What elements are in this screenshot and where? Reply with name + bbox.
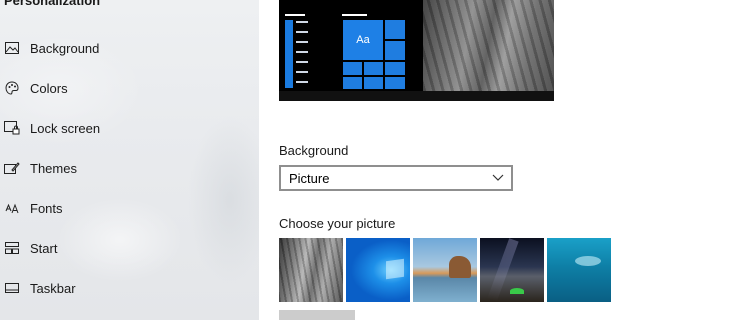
preview-tile [385,62,405,75]
desktop-preview: Aa [279,0,554,101]
windows-blue-thumbnail[interactable] [346,238,410,302]
preview-app-line [296,51,308,53]
choose-picture-label: Choose your picture [279,216,396,231]
preview-tile [385,77,405,89]
sidebar-item-label: Taskbar [30,280,76,296]
preview-start-line [342,14,367,16]
night-sky-tent-thumbnail[interactable] [480,238,544,302]
background-label: Background [279,143,349,158]
start-icon [4,240,20,256]
sidebar-item-colors[interactable]: Colors [0,68,259,108]
preview-app-line [296,41,308,43]
preview-tile-large: Aa [343,20,383,60]
browse-button[interactable] [279,310,355,320]
sidebar-item-label: Start [30,240,58,256]
preview-start-line [285,14,305,16]
preview-app-line [296,21,308,23]
preview-taskbar [279,91,554,101]
background-select[interactable]: Picture [279,165,513,191]
sidebar-item-label: Fonts [30,200,63,216]
preview-tile [343,62,362,75]
sidebar-item-label: Background [30,40,100,56]
preview-app-line [296,71,308,73]
rock-face-thumbnail[interactable] [279,238,343,302]
themes-brush-icon [4,160,20,176]
sidebar-nav: Background Colors Lock screen Themes Fon [0,28,259,308]
preview-tile [385,20,405,39]
sidebar-item-fonts[interactable]: Fonts [0,188,259,228]
sidebar-item-label: Colors [30,80,68,96]
sidebar-header: Personalization [4,0,101,8]
preview-tile [385,41,405,60]
picture-icon [4,40,20,56]
main-content: Aa Background Picture Choose your pictur… [259,0,738,320]
palette-icon [4,80,20,96]
preview-app-line [296,81,308,83]
chevron-down-icon [491,170,505,184]
sidebar-item-label: Themes [30,160,77,176]
sidebar-item-label: Lock screen [30,120,101,136]
taskbar-icon [4,280,20,296]
background-select-value: Picture [289,171,330,186]
preview-app-line [296,61,308,63]
sidebar-item-taskbar[interactable]: Taskbar [0,268,259,308]
preview-tile [364,62,383,75]
sidebar-item-themes[interactable]: Themes [0,148,259,188]
sidebar-item-lock-screen[interactable]: Lock screen [0,108,259,148]
beach-rock-thumbnail[interactable] [413,238,477,302]
fonts-icon [4,200,20,216]
underwater-thumbnail[interactable] [547,238,611,302]
preview-wallpaper [423,0,554,91]
picture-thumbnails [279,238,611,302]
sidebar-item-start[interactable]: Start [0,228,259,268]
sidebar-item-background[interactable]: Background [0,28,259,68]
preview-app-line [296,31,308,33]
lock-screen-icon [4,120,20,136]
preview-tile [343,77,362,89]
preview-tile [364,77,383,89]
sidebar: Personalization Background Colors Lock s… [0,0,259,320]
preview-app-list [285,20,293,88]
